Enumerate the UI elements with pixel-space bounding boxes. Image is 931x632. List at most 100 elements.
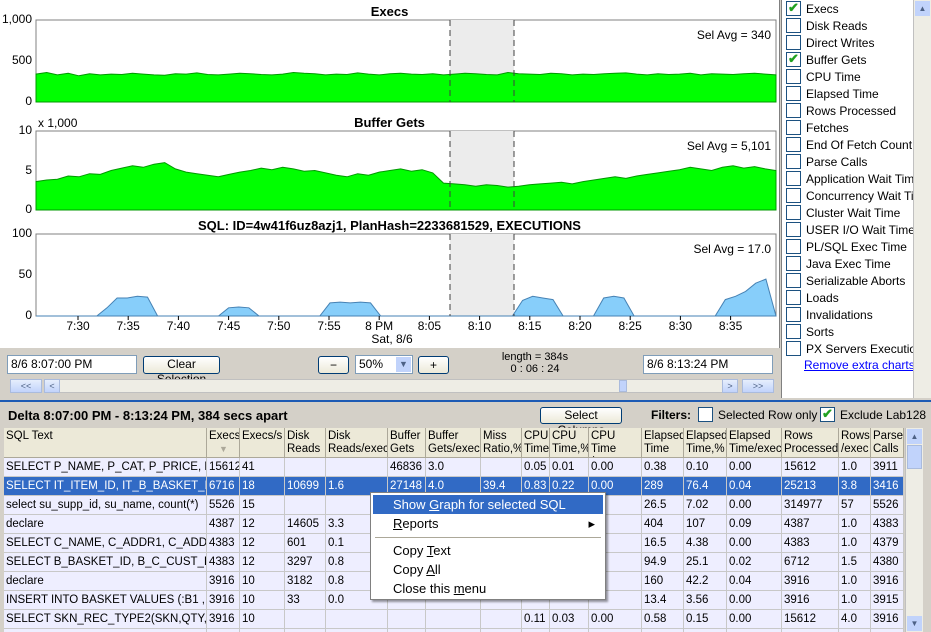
metric-checkbox[interactable] xyxy=(786,324,801,339)
column-header[interactable]: Miss Ratio,% xyxy=(481,428,522,458)
scroll-up-icon[interactable]: ▲ xyxy=(915,1,930,16)
table-cell: 3.0 xyxy=(426,458,481,477)
metric-checkbox[interactable] xyxy=(786,35,801,50)
metric-item[interactable]: Java Exec Time xyxy=(786,255,891,272)
table-cell: 5526 xyxy=(871,496,904,515)
metric-checkbox[interactable] xyxy=(786,290,801,305)
metric-checkbox[interactable] xyxy=(786,86,801,101)
column-header[interactable]: Rows Processed xyxy=(782,428,839,458)
column-header[interactable]: CPU Time /exec xyxy=(589,428,642,458)
metric-item[interactable]: Application Wait Time xyxy=(786,170,921,187)
zoom-out-button[interactable]: − xyxy=(318,356,349,374)
scroll-thumb[interactable] xyxy=(907,445,922,469)
column-header[interactable]: Parse Calls xyxy=(871,428,904,458)
metric-checkbox[interactable] xyxy=(786,18,801,33)
metric-checkbox[interactable] xyxy=(786,256,801,271)
clear-selection-button[interactable]: Clear Selection xyxy=(143,356,220,386)
metric-item[interactable]: PL/SQL Exec Time xyxy=(786,238,907,255)
menu-item[interactable]: Copy All xyxy=(373,560,603,579)
metric-checkbox[interactable] xyxy=(786,239,801,254)
metric-item[interactable]: PX Servers Executions xyxy=(786,340,929,357)
column-header[interactable]: Rows /exec xyxy=(839,428,871,458)
metric-item[interactable]: Serializable Aborts xyxy=(786,272,905,289)
scroll-up-icon[interactable]: ▲ xyxy=(907,429,922,444)
metric-checkbox[interactable] xyxy=(786,307,801,322)
time-scrollbar[interactable] xyxy=(44,379,738,393)
metric-item[interactable]: Cluster Wait Time xyxy=(786,204,900,221)
metric-item[interactable]: Sorts xyxy=(786,323,834,340)
metric-item[interactable]: Elapsed Time xyxy=(786,85,879,102)
metric-item[interactable]: End Of Fetch Count xyxy=(786,136,912,153)
column-header[interactable]: Buffer Gets xyxy=(388,428,426,458)
table-row[interactable]: SELECT P_NAME, P_CAT, P_PRICE, P_ 15612 41… xyxy=(4,458,904,477)
metric-checkbox[interactable] xyxy=(786,51,801,67)
column-header[interactable]: Execs ▼ xyxy=(207,428,240,458)
metric-checkbox[interactable] xyxy=(786,273,801,288)
table-cell: 1.0 xyxy=(839,515,871,534)
column-header[interactable]: CPU Time xyxy=(522,428,550,458)
menu-item[interactable]: Show Graph for selected SQL xyxy=(373,495,603,514)
start-time-field[interactable]: 8/6 8:07:00 PM xyxy=(7,355,137,374)
column-header[interactable]: Buffer Gets/exec xyxy=(426,428,481,458)
metric-checkbox[interactable] xyxy=(786,154,801,169)
charts-area[interactable]: Execs Sel Avg = 340 1,000 500 0 Buffer Gets x … xyxy=(0,0,780,348)
column-header[interactable]: Elapsed Time/exec xyxy=(727,428,782,458)
column-header[interactable]: Execs/s xyxy=(240,428,285,458)
end-time-field[interactable]: 8/6 8:13:24 PM xyxy=(643,355,773,374)
metric-item[interactable]: Fetches xyxy=(786,119,849,136)
metric-item[interactable]: Invalidations xyxy=(786,306,873,323)
metric-checkbox[interactable] xyxy=(786,120,801,135)
column-header[interactable]: Elapsed Time,% xyxy=(684,428,727,458)
metric-item[interactable]: Direct Writes xyxy=(786,34,874,51)
scroll-first-button[interactable]: << xyxy=(10,379,42,393)
filter-selected-row[interactable]: Selected Row only xyxy=(698,406,817,423)
metric-item[interactable]: Execs xyxy=(786,0,839,17)
scroll-thumb[interactable] xyxy=(619,380,627,392)
metric-item[interactable]: CPU Time xyxy=(786,68,861,85)
filter-exclude[interactable]: Exclude Lab128 xyxy=(820,406,926,423)
scroll-down-icon[interactable]: ▼ xyxy=(907,616,922,631)
chart-1[interactable] xyxy=(35,130,777,211)
menu-item[interactable]: Copy Text xyxy=(373,541,603,560)
metric-checkbox[interactable] xyxy=(786,188,801,203)
metrics-scrollbar[interactable]: ▲ xyxy=(913,0,931,398)
metric-checkbox[interactable] xyxy=(786,341,801,356)
chart-2[interactable] xyxy=(35,233,777,317)
chart-0[interactable] xyxy=(35,19,777,103)
exclude-lab128-checkbox[interactable] xyxy=(820,406,835,422)
metric-checkbox[interactable] xyxy=(786,171,801,186)
metric-checkbox[interactable] xyxy=(786,222,801,237)
metric-item[interactable]: Parse Calls xyxy=(786,153,867,170)
metric-checkbox[interactable] xyxy=(786,137,801,152)
column-header[interactable]: SQL Text xyxy=(4,428,207,458)
column-header[interactable]: Elapsed Time xyxy=(642,428,684,458)
charts-canvas[interactable] xyxy=(0,0,780,348)
metric-checkbox[interactable] xyxy=(786,205,801,220)
metric-item[interactable]: Buffer Gets xyxy=(786,51,866,68)
scroll-prev-button[interactable]: < xyxy=(44,379,60,393)
column-header[interactable]: Disk Reads xyxy=(285,428,326,458)
column-header[interactable]: CPU Time,% xyxy=(550,428,589,458)
metric-item[interactable]: USER I/O Wait Time xyxy=(786,221,915,238)
scroll-last-button[interactable]: >> xyxy=(742,379,774,393)
scroll-next-button[interactable]: > xyxy=(722,379,738,393)
metric-item[interactable]: Loads xyxy=(786,289,839,306)
column-header[interactable]: Disk Reads/exec xyxy=(326,428,388,458)
menu-item[interactable]: Reports ▸ xyxy=(373,514,603,533)
metric-item[interactable]: Rows Processed xyxy=(786,102,896,119)
table-scrollbar[interactable]: ▲ ▼ xyxy=(905,428,923,632)
table-cell: 15612 xyxy=(782,610,839,629)
zoom-select[interactable]: 50% ▼ xyxy=(355,355,413,374)
metric-item[interactable]: Disk Reads xyxy=(786,17,867,34)
zoom-in-button[interactable]: + xyxy=(418,356,449,374)
select-columns-button[interactable]: Select Columns xyxy=(540,407,622,437)
metric-item[interactable]: Concurrency Wait Time xyxy=(786,187,930,204)
menu-item[interactable]: Close this menu xyxy=(373,579,603,598)
metric-checkbox[interactable] xyxy=(786,0,801,16)
metric-checkbox[interactable] xyxy=(786,103,801,118)
metric-checkbox[interactable] xyxy=(786,69,801,84)
selected-row-only-checkbox[interactable] xyxy=(698,407,713,422)
chevron-down-icon[interactable]: ▼ xyxy=(396,357,411,372)
table-row[interactable]: SELECT SKN_REC_TYPE2(SKN,QTY,PI 3916 10 0.1… xyxy=(4,610,904,629)
remove-extra-charts-link[interactable]: Remove extra charts xyxy=(804,358,915,372)
